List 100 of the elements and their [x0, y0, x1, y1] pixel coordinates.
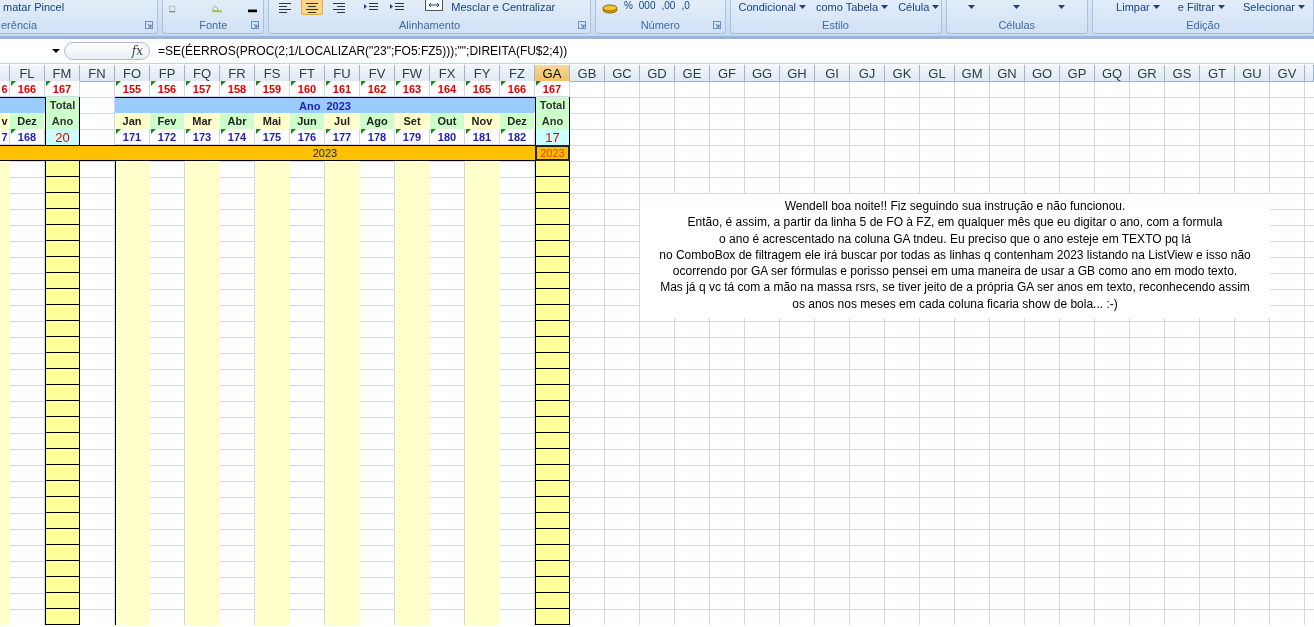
- column-header[interactable]: GM: [955, 65, 990, 82]
- sheet-cell[interactable]: 171: [115, 129, 150, 145]
- sheet-cell[interactable]: 179: [395, 129, 430, 145]
- column-header[interactable]: GT: [1200, 65, 1235, 82]
- cell-value: 168: [17, 130, 37, 143]
- number-format-button[interactable]: ,0: [681, 0, 690, 11]
- sheet-cell[interactable]: 177: [325, 129, 360, 145]
- sheet-cell[interactable]: 155: [115, 81, 150, 97]
- column-header[interactable]: GI: [815, 65, 850, 82]
- sheet-cell[interactable]: 158: [220, 81, 255, 97]
- sheet-cell[interactable]: 159: [255, 81, 290, 97]
- sheet-cell[interactable]: 172: [150, 129, 185, 145]
- sheet-cell[interactable]: 161: [325, 81, 360, 97]
- header-cell[interactable]: Jan: [115, 113, 150, 129]
- header-cell[interactable]: Mai: [255, 113, 290, 129]
- note-line: Wendell boa noite!! Fiz seguindo sua instrução e não funcionou.: [784, 198, 1126, 215]
- ribbon-button[interactable]: como Tabela: [814, 0, 891, 14]
- sheet-cell[interactable]: 168: [10, 129, 45, 145]
- column-header[interactable]: GK: [885, 65, 920, 82]
- header-cell[interactable]: Out: [430, 113, 465, 129]
- column-header[interactable]: GH: [780, 65, 815, 82]
- header-cell[interactable]: Mar: [185, 113, 220, 129]
- dialog-launcher-icon[interactable]: [712, 21, 721, 29]
- column-header[interactable]: GQ: [1095, 65, 1130, 82]
- fill-color-icon[interactable]: [211, 2, 222, 15]
- ribbon-button[interactable]: e Filtrar: [1175, 0, 1227, 14]
- ribbon-button[interactable]: Condicional: [736, 0, 808, 14]
- column-header[interactable]: GC: [605, 65, 640, 82]
- column-header[interactable]: GE: [675, 65, 710, 82]
- dialog-launcher-icon[interactable]: [145, 21, 154, 29]
- sheet-cell[interactable]: 182: [500, 129, 535, 145]
- header-cell[interactable]: Abr: [220, 113, 255, 129]
- column-header[interactable]: GV: [1270, 65, 1305, 82]
- dialog-launcher-icon[interactable]: [577, 21, 586, 29]
- header-cell[interactable]: Set: [395, 113, 430, 129]
- sheet-cell[interactable]: 176: [290, 129, 325, 145]
- column-header[interactable]: GS: [1165, 65, 1200, 82]
- merged-cell[interactable]: [0, 97, 45, 113]
- text-box[interactable]: [640, 194, 1270, 319]
- column-header[interactable]: GF: [710, 65, 745, 82]
- column-header[interactable]: GN: [990, 65, 1025, 82]
- header-cell[interactable]: Fev: [150, 113, 185, 129]
- sheet-cell[interactable]: 181: [465, 129, 500, 145]
- number-format-button[interactable]: %: [623, 0, 633, 11]
- merged-cell[interactable]: [0, 145, 45, 161]
- ribbon-button[interactable]: matar Pincel: [1, 0, 67, 14]
- ribbon-button[interactable]: Mesclar e Centralizar: [449, 0, 558, 14]
- header-cell[interactable]: Jul: [325, 113, 360, 129]
- ribbon-button[interactable]: Limpar: [1114, 0, 1162, 14]
- sheet-cell[interactable]: 173: [185, 129, 220, 145]
- sheet-cell[interactable]: 160: [290, 81, 325, 97]
- header-cell[interactable]: Dez: [10, 113, 45, 129]
- sheet-cell[interactable]: 165: [465, 81, 500, 97]
- sheet-cell[interactable]: 162: [360, 81, 395, 97]
- column-header[interactable]: FN: [80, 65, 115, 82]
- header-cell[interactable]: 20: [45, 129, 80, 145]
- column-header[interactable]: GP: [1060, 65, 1095, 82]
- ribbon-button[interactable]: Selecionar: [1241, 0, 1307, 14]
- formula-field[interactable]: =SE(ÉERROS(PROC(2;1/LOCALIZAR("23";FO5:FZ5)));"";DIREITA(FU$2;4)): [150, 44, 568, 58]
- column-header[interactable]: GR: [1130, 65, 1165, 82]
- sheet-cell[interactable]: 156: [150, 81, 185, 97]
- sheet-cell[interactable]: 174: [220, 129, 255, 145]
- column-header[interactable]: GL: [920, 65, 955, 82]
- header-cell[interactable]: 17: [535, 129, 570, 145]
- insert-function-button[interactable]: fx: [64, 42, 150, 60]
- sheet-cell[interactable]: 167: [45, 81, 80, 97]
- header-cell[interactable]: Ago: [360, 113, 395, 129]
- sheet-cell[interactable]: 178: [360, 129, 395, 145]
- header-cell[interactable]: Jun: [290, 113, 325, 129]
- number-format-button[interactable]: ,00: [661, 0, 676, 11]
- column-header[interactable]: GJ: [850, 65, 885, 82]
- cell-value: 172: [157, 130, 177, 143]
- merge-cells-icon[interactable]: [425, 0, 444, 11]
- align-button[interactable]: [301, 0, 324, 15]
- merged-cell[interactable]: Ano 2023: [115, 97, 535, 113]
- header-cell[interactable]: Ano: [535, 113, 570, 129]
- merged-cell[interactable]: 2023: [115, 145, 535, 161]
- sheet-cell[interactable]: 180: [430, 129, 465, 145]
- header-cell[interactable]: Ano: [45, 113, 80, 129]
- header-cell[interactable]: Dez: [500, 113, 535, 129]
- column-header[interactable]: GU: [1235, 65, 1270, 82]
- group-label: Estilo: [822, 19, 849, 31]
- column-header[interactable]: GB: [570, 65, 605, 82]
- column-header[interactable]: GO: [1025, 65, 1060, 82]
- column-header[interactable]: GD: [640, 65, 675, 82]
- coins-icon[interactable]: [601, 3, 618, 14]
- ribbon-button[interactable]: Célula: [896, 0, 941, 14]
- sheet-cell[interactable]: 157: [185, 81, 220, 97]
- sheet-cell[interactable]: 167: [535, 81, 570, 97]
- sheet-cell[interactable]: 175: [255, 129, 290, 145]
- sheet-cell[interactable]: 163: [395, 81, 430, 97]
- header-cell[interactable]: Total: [535, 97, 570, 113]
- dialog-launcher-icon[interactable]: [251, 21, 260, 29]
- header-cell[interactable]: Nov: [465, 113, 500, 129]
- sheet-cell[interactable]: 164: [430, 81, 465, 97]
- header-cell[interactable]: Total: [45, 97, 80, 113]
- column-header[interactable]: GG: [745, 65, 780, 82]
- number-format-button[interactable]: 000: [638, 0, 656, 11]
- sheet-cell[interactable]: 166: [500, 81, 535, 97]
- sheet-cell[interactable]: 166: [10, 81, 45, 97]
